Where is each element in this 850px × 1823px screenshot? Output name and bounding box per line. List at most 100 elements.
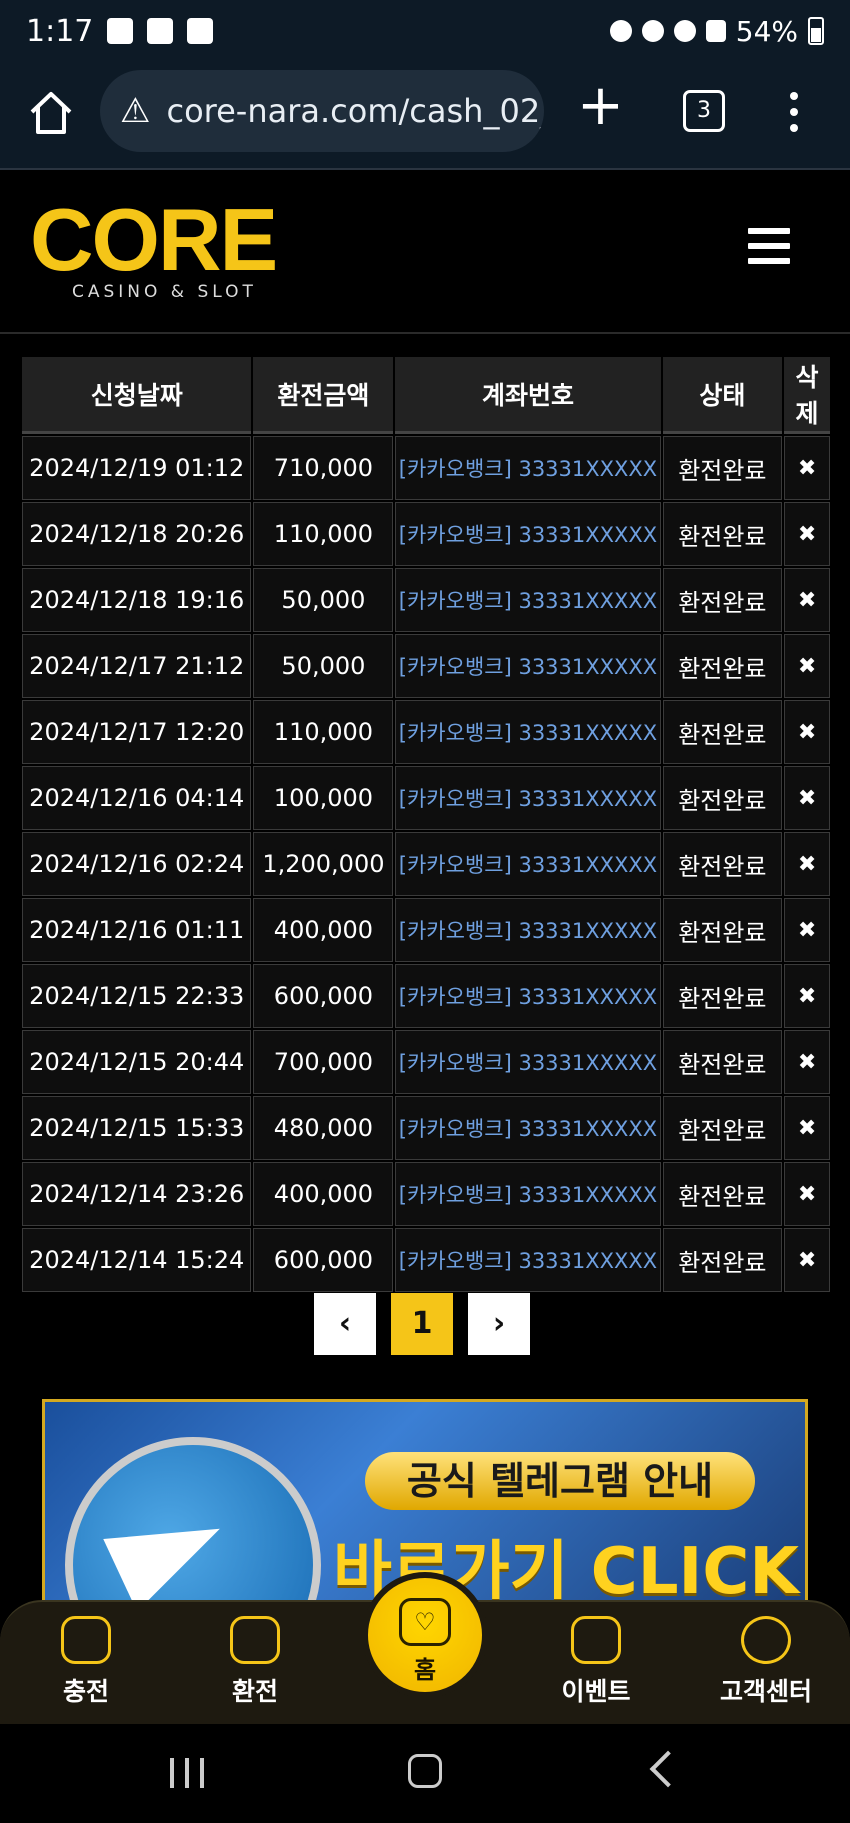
nav-support-label: 고객센터	[719, 1677, 812, 1706]
row-account: [카카오뱅크] 33331XXXXX	[395, 1030, 661, 1094]
system-nav-bar	[0, 1724, 850, 1823]
row-date: 2024/12/17 21:12	[22, 634, 252, 698]
delete-icon[interactable]: ✖	[784, 1162, 830, 1226]
header-status: 상태	[662, 357, 783, 434]
logo-word: CORE	[30, 190, 278, 289]
row-account: [카카오뱅크] 33331XXXXX	[395, 700, 661, 764]
delete-icon[interactable]: ✖	[784, 1030, 830, 1094]
nav-home-label: 홈	[413, 1656, 437, 1684]
nav-support[interactable]: 고객센터	[706, 1616, 826, 1708]
row-date: 2024/12/14 23:26	[22, 1162, 252, 1226]
table-row: 2024/12/17 12:20 110,000 [카카오뱅크] 33331XX…	[22, 700, 830, 764]
url-text: core-nara.com/cash_02_	[166, 92, 544, 130]
header-delete: 삭제	[784, 357, 830, 434]
delete-icon[interactable]: ✖	[784, 832, 830, 896]
banner-title: 공식 텔레그램 안내	[365, 1452, 755, 1510]
row-date: 2024/12/15 20:44	[22, 1030, 252, 1094]
delete-icon[interactable]: ✖	[784, 568, 830, 632]
pagination: ‹ 1 ›	[314, 1293, 530, 1355]
wifi-icon	[673, 20, 696, 42]
delete-icon[interactable]: ✖	[784, 502, 830, 566]
table-row: 2024/12/18 19:16 50,000 [카카오뱅크] 33331XXX…	[22, 568, 830, 632]
nav-charge[interactable]: 충전	[26, 1616, 146, 1708]
nav-home-button[interactable]: ♡ 홈	[362, 1572, 488, 1698]
row-date: 2024/12/15 15:33	[22, 1096, 252, 1160]
delete-icon[interactable]: ✖	[784, 1096, 830, 1160]
browser-toolbar: ⚠ core-nara.com/cash_02_ + 3	[0, 62, 850, 170]
prev-page-button[interactable]: ‹	[314, 1293, 376, 1355]
gift-icon	[571, 1616, 621, 1664]
row-date: 2024/12/18 20:26	[22, 502, 252, 566]
row-status: 환전완료	[662, 502, 783, 566]
mute-icon	[641, 20, 664, 42]
row-status: 환전완료	[662, 964, 783, 1028]
table-row: 2024/12/16 01:11 400,000 [카카오뱅크] 33331XX…	[22, 898, 830, 962]
system-home-icon[interactable]	[408, 1754, 442, 1788]
table-row: 2024/12/16 04:14 100,000 [카카오뱅크] 33331XX…	[22, 766, 830, 830]
headset-icon	[741, 1616, 791, 1664]
row-status: 환전완료	[662, 634, 783, 698]
gallery-notification-icon	[107, 18, 134, 44]
row-amount: 700,000	[253, 1030, 394, 1094]
row-account: [카카오뱅크] 33331XXXXX	[395, 1228, 661, 1292]
battery-percent: 54%	[735, 14, 798, 48]
alarm-icon	[609, 20, 632, 42]
b-app-notification-icon	[147, 18, 174, 44]
recent-apps-icon[interactable]	[170, 1758, 204, 1788]
new-tab-button[interactable]: +	[577, 78, 624, 134]
row-account: [카카오뱅크] 33331XXXXX	[395, 832, 661, 896]
row-account: [카카오뱅크] 33331XXXXX	[395, 1162, 661, 1226]
row-amount: 600,000	[253, 964, 394, 1028]
exchange-icon	[230, 1616, 280, 1664]
clock-app-notification-icon	[187, 18, 214, 44]
row-amount: 710,000	[253, 436, 394, 500]
address-bar[interactable]: ⚠ core-nara.com/cash_02_	[100, 70, 544, 152]
delete-icon[interactable]: ✖	[784, 634, 830, 698]
delete-icon[interactable]: ✖	[784, 964, 830, 1028]
nav-exchange[interactable]: 환전	[195, 1616, 315, 1708]
table-row: 2024/12/14 15:24 600,000 [카카오뱅크] 33331XX…	[22, 1228, 830, 1292]
row-date: 2024/12/16 02:24	[22, 832, 252, 896]
header-date: 신청날짜	[22, 357, 252, 434]
table-row: 2024/12/17 21:12 50,000 [카카오뱅크] 33331XXX…	[22, 634, 830, 698]
row-amount: 110,000	[253, 502, 394, 566]
table-row: 2024/12/15 22:33 600,000 [카카오뱅크] 33331XX…	[22, 964, 830, 1028]
nav-event[interactable]: 이벤트	[536, 1616, 656, 1708]
row-amount: 50,000	[253, 568, 394, 632]
row-amount: 110,000	[253, 700, 394, 764]
row-account: [카카오뱅크] 33331XXXXX	[395, 766, 661, 830]
delete-icon[interactable]: ✖	[784, 436, 830, 500]
row-status: 환전완료	[662, 1030, 783, 1094]
table-header-row: 신청날짜 환전금액 계좌번호 상태 삭제	[22, 357, 830, 434]
row-amount: 50,000	[253, 634, 394, 698]
page-1-button[interactable]: 1	[391, 1293, 453, 1355]
row-account: [카카오뱅크] 33331XXXXX	[395, 436, 661, 500]
row-status: 환전완료	[662, 568, 783, 632]
core-logo[interactable]: CORE CASINO & SLOT	[30, 190, 278, 303]
more-menu-icon[interactable]	[790, 92, 798, 140]
table-row: 2024/12/15 20:44 700,000 [카카오뱅크] 33331XX…	[22, 1030, 830, 1094]
delete-icon[interactable]: ✖	[784, 766, 830, 830]
row-date: 2024/12/16 04:14	[22, 766, 252, 830]
heart-house-icon: ♡	[399, 1598, 451, 1646]
delete-icon[interactable]: ✖	[784, 1228, 830, 1292]
row-date: 2024/12/15 22:33	[22, 964, 252, 1028]
row-amount: 600,000	[253, 1228, 394, 1292]
row-account: [카카오뱅크] 33331XXXXX	[395, 634, 661, 698]
logo-subtitle: CASINO & SLOT	[72, 282, 257, 302]
row-amount: 1,200,000	[253, 832, 394, 896]
delete-icon[interactable]: ✖	[784, 898, 830, 962]
back-icon[interactable]	[649, 1750, 687, 1788]
next-page-button[interactable]: ›	[468, 1293, 530, 1355]
hamburger-menu-icon[interactable]	[748, 228, 790, 273]
tab-switcher-button[interactable]: 3	[683, 90, 725, 132]
delete-icon[interactable]: ✖	[784, 700, 830, 764]
home-icon[interactable]	[26, 88, 76, 138]
signal-icon	[705, 20, 726, 42]
warning-icon[interactable]: ⚠	[120, 91, 150, 131]
row-status: 환전완료	[662, 832, 783, 896]
table-row: 2024/12/16 02:24 1,200,000 [카카오뱅크] 33331…	[22, 832, 830, 896]
exchange-history-table: 신청날짜 환전금액 계좌번호 상태 삭제 2024/12/19 01:12 71…	[20, 355, 832, 1294]
row-status: 환전완료	[662, 1162, 783, 1226]
row-date: 2024/12/14 15:24	[22, 1228, 252, 1292]
